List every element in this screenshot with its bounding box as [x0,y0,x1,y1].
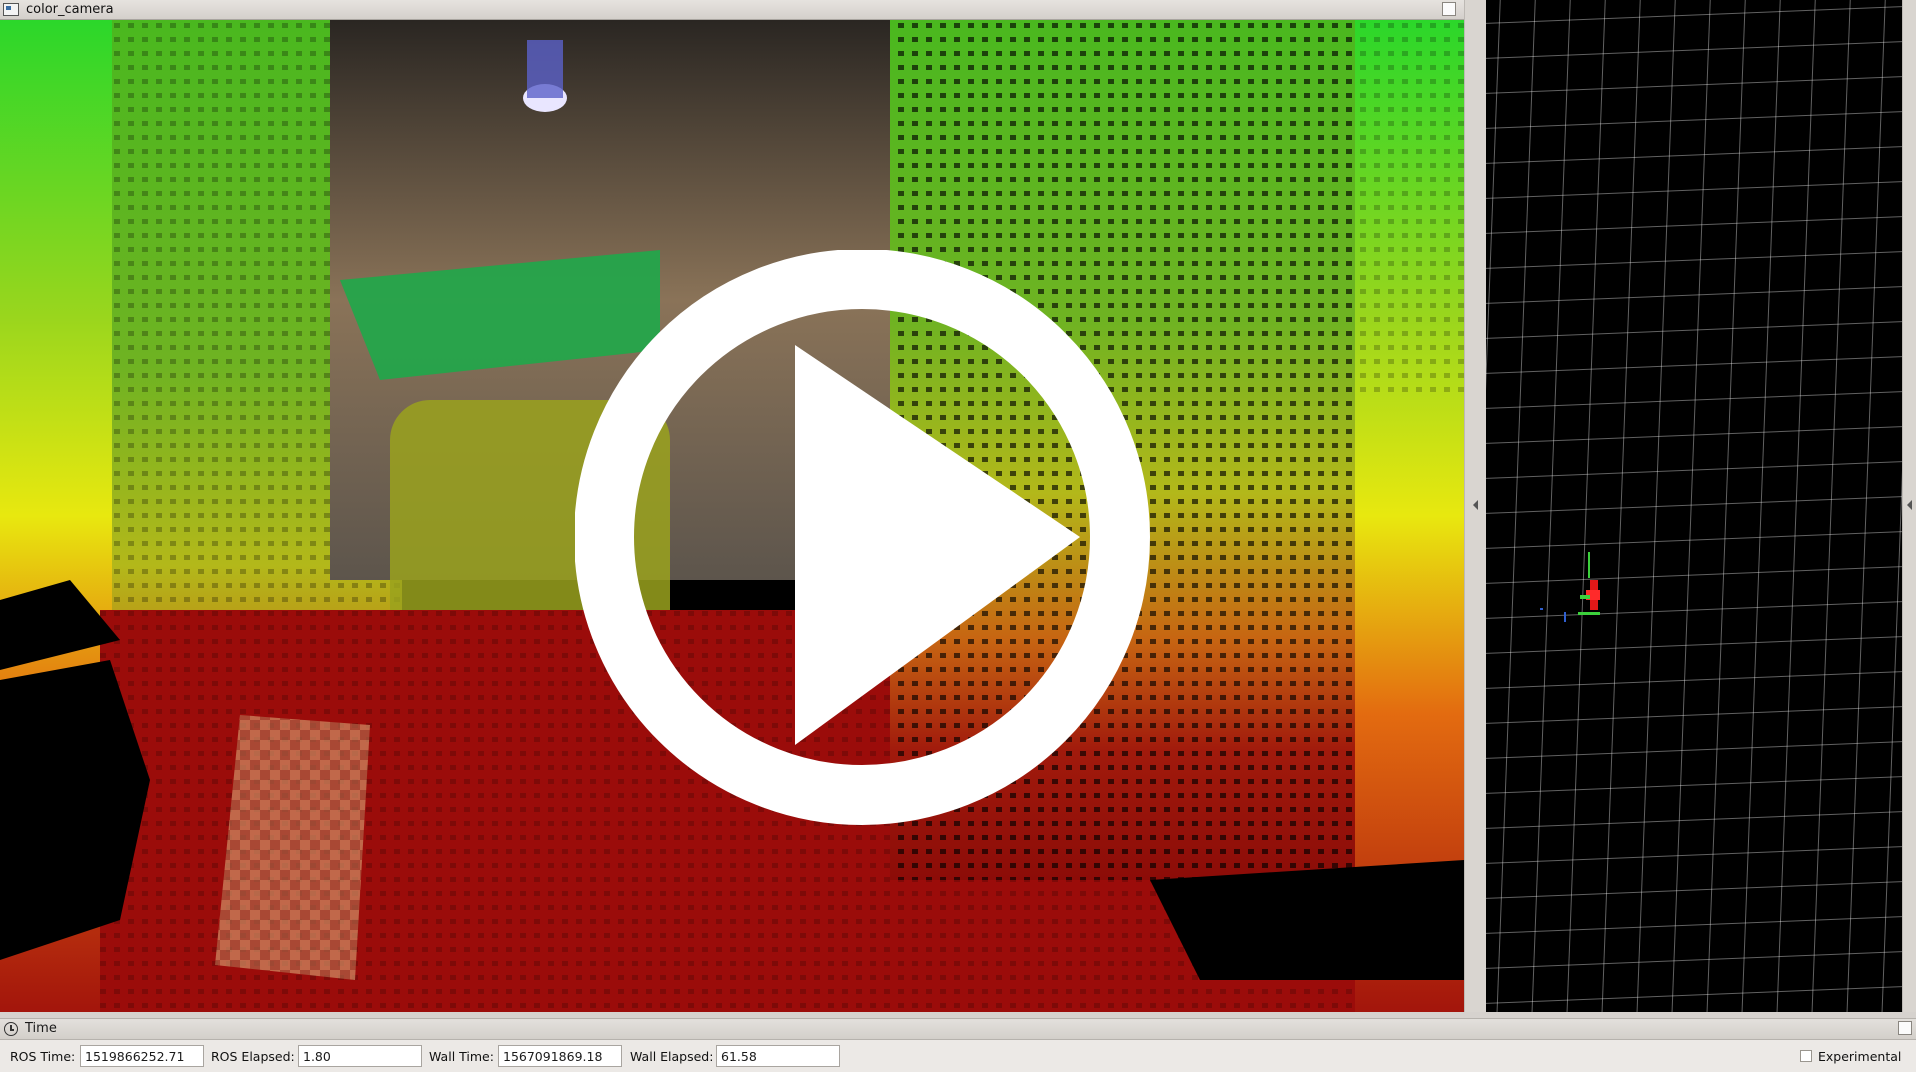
wall-elapsed-label: Wall Elapsed: [630,1049,714,1064]
camera-view[interactable] [0,20,1464,1012]
float-window-button[interactable] [1898,1021,1912,1035]
wall-elapsed-field[interactable]: 61.58 [716,1045,840,1067]
ros-elapsed-label: ROS Elapsed: [211,1049,295,1064]
play-icon[interactable] [575,250,1150,825]
ros-time-label: ROS Time: [10,1049,76,1064]
panel-splitter[interactable] [1464,0,1486,1012]
ros-elapsed-field[interactable]: 1.80 [298,1045,422,1067]
right-dock-splitter[interactable] [1902,0,1916,1012]
float-window-button[interactable] [1442,2,1456,16]
wall-time-label: Wall Time: [429,1049,494,1064]
experimental-label: Experimental [1818,1049,1902,1064]
wall-time-field[interactable]: 1567091869.18 [498,1045,622,1067]
camera-panel-titlebar: color_camera [0,0,1464,20]
rviz-3d-view[interactable] [1486,0,1902,1012]
collapse-arrow-icon[interactable] [1473,500,1478,510]
collapse-arrow-icon[interactable] [1907,500,1912,510]
time-panel-titlebar: Time [0,1018,1916,1040]
clock-icon [4,1022,18,1036]
ros-time-field[interactable]: 1519866252.71 [80,1045,204,1067]
grid-display [1486,0,1902,1012]
time-panel: ROS Time: 1519866252.71 ROS Elapsed: 1.8… [0,1040,1916,1072]
window-icon [3,3,19,16]
camera-panel-title: color_camera [26,2,114,17]
experimental-checkbox[interactable] [1800,1050,1812,1062]
time-panel-title: Time [25,1021,57,1036]
